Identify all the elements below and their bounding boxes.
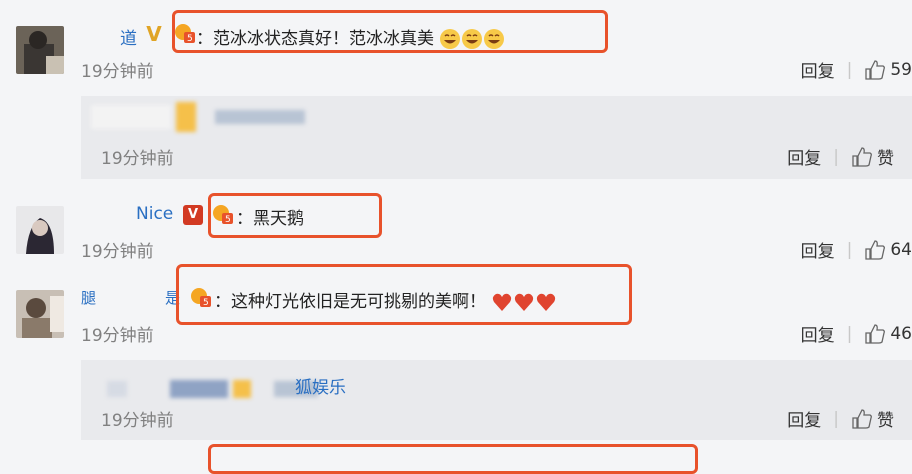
like-count: 59 (890, 59, 912, 80)
verified-badge-icon: V (183, 205, 203, 225)
highlight-box (172, 10, 608, 53)
reply-time: 19分钟前 (101, 411, 174, 431)
like-count: 46 (890, 323, 912, 344)
thumbs-up-icon[interactable] (851, 408, 873, 430)
comment-actions: 回复 | 46 (801, 321, 912, 347)
avatar[interactable] (16, 290, 64, 338)
like-count: 64 (890, 239, 912, 260)
highlight-box (208, 193, 382, 238)
like-label[interactable]: 赞 (877, 406, 894, 431)
comment-actions: 回复 | 59 (801, 57, 912, 83)
like-label[interactable]: 赞 (877, 144, 894, 169)
avatar[interactable] (16, 206, 64, 254)
comment-actions: 回复 | 64 (801, 237, 912, 263)
thumbs-up-icon[interactable] (864, 59, 886, 81)
commenter-name[interactable]: 道 (120, 24, 137, 49)
reply-box: 19分钟前 回复 | 赞 (81, 96, 912, 179)
reply-actions: 回复 | 赞 (787, 144, 894, 170)
reply-button[interactable]: 回复 (787, 144, 821, 169)
reply-source-name[interactable]: 狐娱乐 (295, 373, 346, 398)
comment-time: 19分钟前 (81, 62, 154, 82)
avatar[interactable] (16, 26, 64, 74)
reply-button[interactable]: 回复 (801, 321, 835, 346)
blurred-reply-content (91, 102, 306, 132)
commenter-name[interactable]: Nice (136, 204, 173, 224)
comment-time: 19分钟前 (81, 326, 154, 346)
reply-button[interactable]: 回复 (801, 237, 835, 262)
verified-badge-icon: V (146, 22, 162, 46)
highlight-box (208, 444, 698, 474)
thumbs-up-icon[interactable] (851, 146, 873, 168)
reply-box: 狐娱乐 19分钟前 回复 | 赞 (81, 360, 912, 440)
thumbs-up-icon[interactable] (864, 239, 886, 261)
reply-actions: 回复 | 赞 (787, 406, 894, 432)
thumbs-up-icon[interactable] (864, 323, 886, 345)
comment-time: 19分钟前 (81, 242, 154, 262)
commenter-name[interactable]: 腿 (81, 287, 96, 308)
blurred-reply-content (107, 378, 319, 398)
reply-button[interactable]: 回复 (787, 406, 821, 431)
highlight-box (176, 264, 632, 325)
reply-button[interactable]: 回复 (801, 57, 835, 82)
reply-time: 19分钟前 (101, 149, 174, 169)
